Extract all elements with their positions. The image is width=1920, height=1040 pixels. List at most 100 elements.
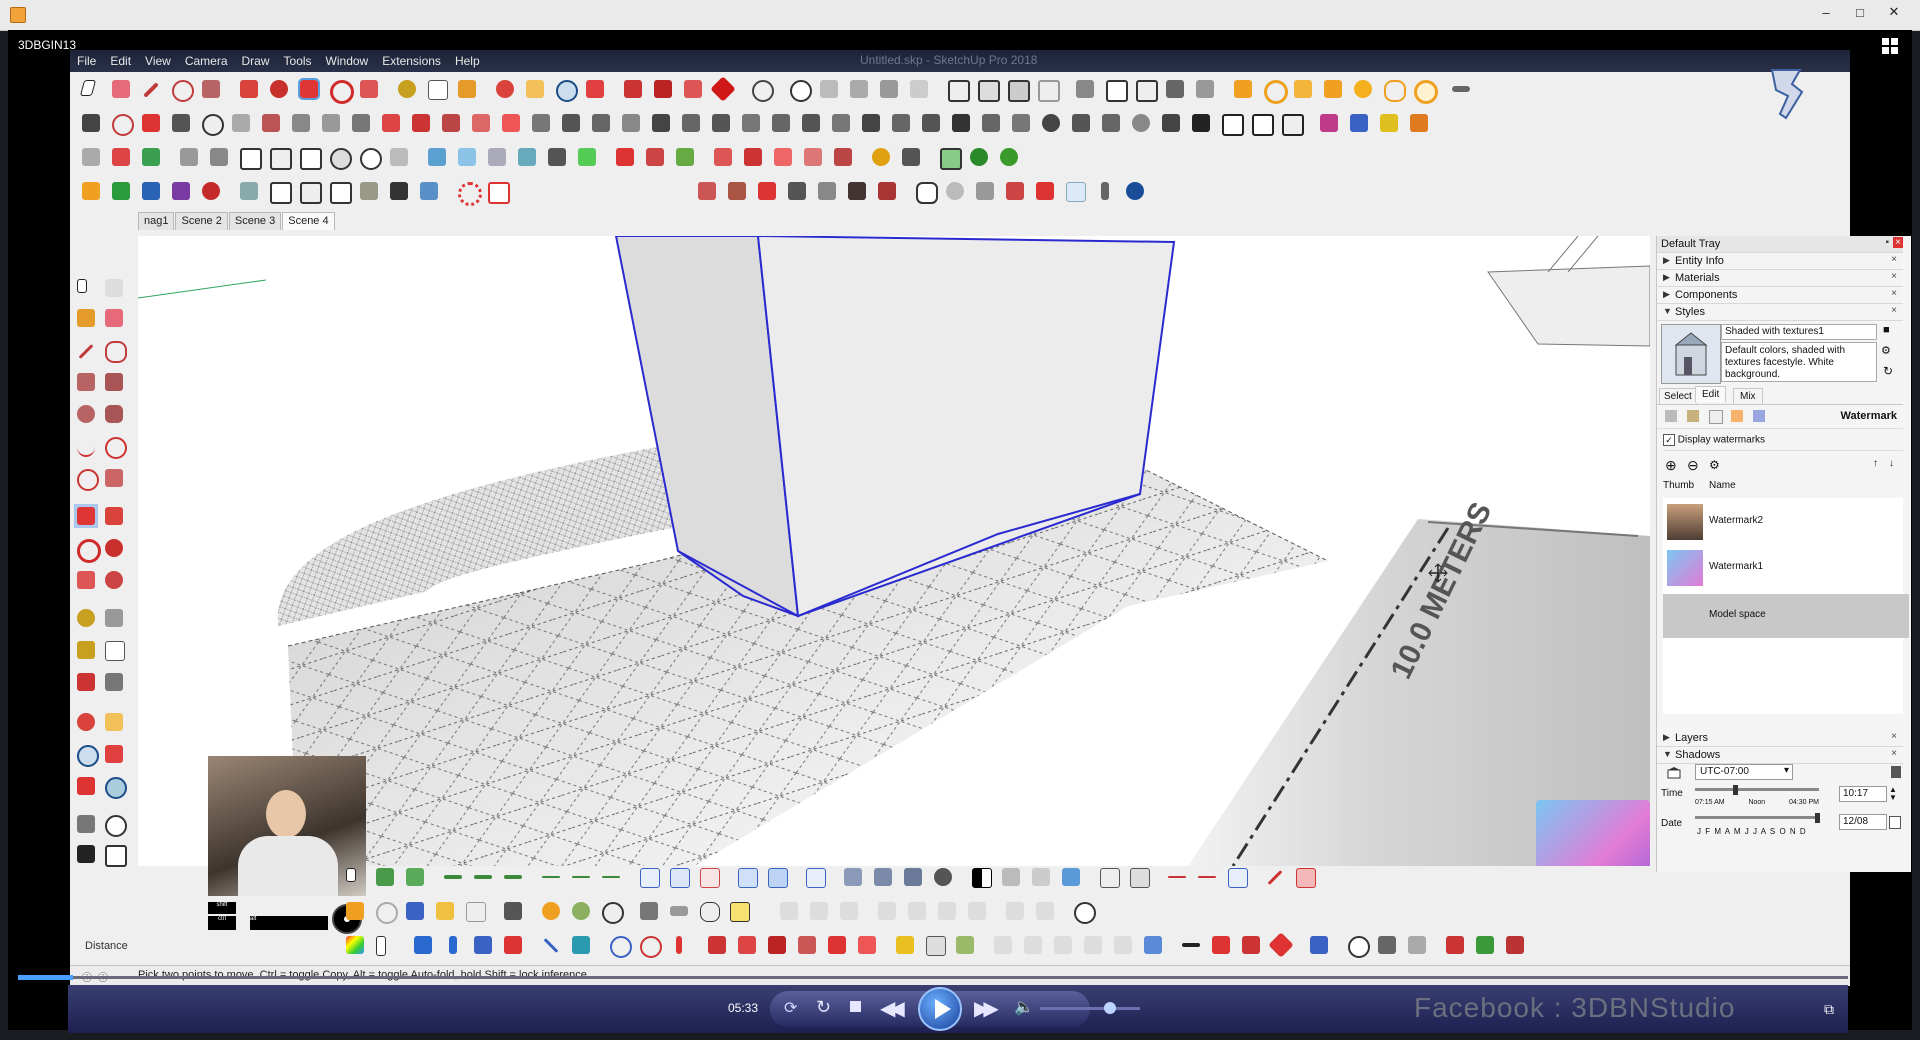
select-box-icon[interactable] [386,144,412,170]
mesh-icon[interactable] [558,110,584,136]
green-box-icon[interactable] [372,864,398,890]
monochrome-icon[interactable] [1062,178,1088,204]
pie-icon[interactable] [102,466,126,490]
weld-icon[interactable] [258,110,284,136]
red-box-icon[interactable] [1292,864,1318,890]
iso-view-icon[interactable] [236,178,262,204]
tape-measure-icon[interactable] [394,76,420,102]
fan-icon[interactable] [648,110,674,136]
disabled-cube-5-icon[interactable] [1110,932,1136,958]
wireframe-icon[interactable] [942,178,968,204]
bezier-icon[interactable] [108,110,134,136]
truck-icon[interactable] [402,898,428,924]
list-item[interactable]: Watermark1 [1663,548,1903,588]
section-plane-icon[interactable] [944,76,970,102]
house-orange-icon[interactable] [78,178,104,204]
dimension-icon[interactable] [1290,76,1316,102]
shaded-icon[interactable] [1002,178,1028,204]
cube-icon[interactable] [1132,76,1158,102]
menu-help[interactable]: Help [448,54,487,68]
extension-warehouse-icon[interactable] [650,76,676,102]
display-watermarks-checkbox[interactable]: ✓ [1663,434,1675,446]
two-point-arc-icon[interactable] [102,434,127,459]
move-left-icon[interactable] [74,504,98,528]
follow-me-left-icon[interactable] [102,536,126,560]
section-materials[interactable]: ▶ Materials × [1657,270,1903,287]
ext-5-icon[interactable] [824,932,850,958]
warehouse-icon[interactable] [620,76,646,102]
arc-left-icon[interactable] [74,434,98,458]
protractor-icon[interactable] [1230,76,1256,102]
walk-icon[interactable] [74,842,98,866]
curviloft-icon[interactable] [1406,110,1432,136]
disabled-9-icon[interactable] [1032,898,1058,924]
scene-tab-2[interactable]: Scene 2 [175,212,228,230]
pan-left-icon[interactable] [102,710,126,734]
cursor-blue-icon[interactable] [1306,932,1332,958]
right-view-icon[interactable] [326,178,352,204]
sphere-orange-icon[interactable] [1410,76,1438,104]
timezone-select[interactable]: UTC-07:00 ▾ [1695,764,1793,780]
move-up-icon[interactable]: ↑ [1873,458,1878,469]
cloud-icon[interactable] [1380,76,1406,102]
red-arrows-icon[interactable] [500,932,526,958]
gear-red-icon[interactable] [454,178,482,206]
bottom-view-icon[interactable] [416,178,442,204]
ext-3-icon[interactable] [764,932,790,958]
three-point-arc-icon[interactable] [74,466,99,491]
background-settings-icon[interactable] [1709,410,1723,424]
texture-4-icon[interactable] [930,864,956,890]
garage-icon[interactable] [1278,110,1304,136]
rectangle-left-icon[interactable] [74,370,98,394]
align-2-icon[interactable] [470,864,496,890]
red-tool-1-icon[interactable] [612,144,638,170]
watermark-settings-gear-icon[interactable]: ⚙ [1709,458,1720,472]
seek-bar[interactable] [18,976,1848,979]
disabled-3-icon[interactable] [836,898,862,924]
gray-tool-icon[interactable] [1404,932,1430,958]
render-4-icon[interactable] [784,178,810,204]
extend-icon[interactable] [378,110,404,136]
polyline-icon[interactable] [78,110,104,136]
push-pull-left-icon[interactable] [102,504,126,528]
texture-5-icon[interactable] [998,864,1024,890]
add-watermark-icon[interactable]: ⊕ [1665,457,1677,474]
grid-red-2-icon[interactable] [696,864,722,890]
check-validity-icon[interactable] [786,76,812,102]
globe-icon[interactable] [1070,898,1096,924]
gray-cube-icon[interactable] [922,932,948,958]
trim-icon[interactable] [906,76,932,102]
scene-tab-4[interactable]: Scene 4 [282,212,335,230]
layout-grid-icon[interactable] [1880,36,1900,56]
round-icon[interactable] [356,144,382,170]
render-1-icon[interactable] [694,178,720,204]
section-close-icon[interactable]: × [1891,254,1897,265]
sandbox-icon[interactable] [1072,76,1098,102]
move-icon[interactable] [296,76,322,102]
line-icon[interactable] [74,338,98,362]
refresh-icon[interactable]: ↻ [1883,364,1893,378]
grid-blue-3-icon[interactable] [734,864,760,890]
toolbar-extra-icon[interactable] [1448,76,1474,102]
join-icon[interactable] [798,110,824,136]
red-pen-icon[interactable] [1262,864,1288,890]
plant-2-icon[interactable] [1472,932,1498,958]
home-icon[interactable] [1248,110,1274,136]
ext-4-icon[interactable] [794,932,820,958]
face-teal-icon[interactable] [514,144,540,170]
chamfer-icon[interactable] [348,110,374,136]
section-fill-icon[interactable] [1034,76,1060,102]
make-component-icon[interactable] [102,276,126,300]
dash-2-icon[interactable] [568,864,594,890]
section-layers[interactable]: ▶ Layers × [1657,730,1903,747]
paint-bucket-icon[interactable] [454,76,480,102]
text-left-icon[interactable] [102,638,126,662]
arrow-left-icon[interactable] [1178,932,1204,958]
disabled-7-icon[interactable] [964,898,990,924]
left-view-icon[interactable] [386,178,412,204]
eraser-left-icon[interactable] [102,306,126,330]
yellow-cube-icon[interactable] [892,932,918,958]
section-styles[interactable]: ▼ Styles × [1657,304,1903,321]
curve-blue-icon[interactable] [606,932,632,958]
gear-icon[interactable] [198,110,224,136]
